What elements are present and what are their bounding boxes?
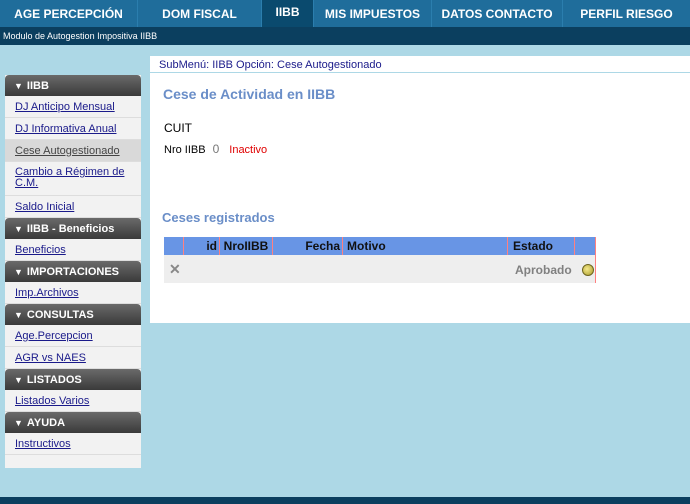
sidebar-section-consultas[interactable]: ▼ CONSULTAS [5, 304, 141, 325]
sidebar-item-beneficios[interactable]: Beneficios [5, 239, 141, 261]
sidebar: ▼ IIBB DJ Anticipo Mensual DJ Informativ… [5, 75, 141, 468]
section-title: CONSULTAS [26, 308, 94, 321]
triangle-down-icon: ▼ [14, 309, 23, 320]
main-panel: SubMenú: IIBB Opción: Cese Autogestionad… [150, 56, 690, 323]
sidebar-item-cambio-regimen-cm[interactable]: Cambio a Régimen de C.M. [5, 162, 141, 196]
sidebar-item-dj-informativa-anual[interactable]: DJ Informativa Anual [5, 118, 141, 140]
sidebar-section-iibb-beneficios[interactable]: ▼ IIBB - Beneficios [5, 218, 141, 239]
sidebar-section-iibb[interactable]: ▼ IIBB [5, 75, 141, 96]
table-row: ✕ Aprobado [164, 255, 596, 283]
sidebar-item-agr-vs-naes[interactable]: AGR vs NAES [5, 347, 141, 369]
tab-age-percepcion[interactable]: AGE PERCEPCIÓN [0, 0, 137, 27]
tab-perfil-riesgo[interactable]: PERFIL RIESGO [562, 0, 690, 27]
page-title: Cese de Actividad en IIBB [163, 86, 336, 102]
col-nroiibb[interactable]: NroIIBB [220, 237, 273, 255]
col-fecha[interactable]: Fecha [273, 237, 343, 255]
grid-header: id NroIIBB Fecha Motivo Estado [164, 237, 596, 255]
tab-datos-contacto[interactable]: DATOS CONTACTO [431, 0, 562, 27]
tab-dom-fiscal[interactable]: DOM FISCAL [137, 0, 261, 27]
sidebar-section-ayuda[interactable]: ▼ AYUDA [5, 412, 141, 433]
col-actions [164, 237, 184, 255]
nro-iibb-row: Nro IIBB 0 Inactivo [164, 142, 267, 156]
cese-estado: Aprobado [515, 263, 572, 277]
module-title: Modulo de Autogestion Impositiva IIBB [0, 27, 690, 45]
nro-iibb-label: Nro IIBB [164, 144, 206, 156]
tab-iibb[interactable]: IIBB [261, 0, 313, 27]
col-id[interactable]: id [184, 237, 220, 255]
tab-mis-impuestos[interactable]: MIS IMPUESTOS [313, 0, 431, 27]
close-icon[interactable]: ✕ [169, 262, 181, 276]
section-title: IMPORTACIONES [26, 265, 119, 278]
sidebar-item-instructivos[interactable]: Instructivos [5, 433, 141, 455]
triangle-down-icon: ▼ [14, 223, 23, 234]
submenu-breadcrumb: SubMenú: IIBB Opción: Cese Autogestionad… [150, 56, 690, 73]
sidebar-item-dj-anticipo-mensual[interactable]: DJ Anticipo Mensual [5, 96, 141, 118]
section-title: AYUDA [26, 416, 66, 429]
sidebar-item-saldo-inicial[interactable]: Saldo Inicial [5, 196, 141, 218]
top-nav: AGE PERCEPCIÓN DOM FISCAL IIBB MIS IMPUE… [0, 0, 690, 27]
cuit-label: CUIT [164, 121, 192, 135]
section-title: IIBB - Beneficios [26, 222, 115, 235]
triangle-down-icon: ▼ [14, 417, 23, 428]
sidebar-item-listados-varios[interactable]: Listados Varios [5, 390, 141, 412]
sidebar-section-listados[interactable]: ▼ LISTADOS [5, 369, 141, 390]
footer-bar [0, 497, 690, 504]
triangle-down-icon: ▼ [14, 80, 23, 91]
col-estado[interactable]: Estado [508, 237, 575, 255]
section-title: LISTADOS [26, 373, 82, 386]
col-status [575, 237, 596, 255]
status-badge: Inactivo [229, 144, 268, 156]
triangle-down-icon: ▼ [14, 374, 23, 385]
sidebar-item-imp-archivos[interactable]: Imp.Archivos [5, 282, 141, 304]
col-motivo[interactable]: Motivo [343, 237, 508, 255]
sidebar-section-importaciones[interactable]: ▼ IMPORTACIONES [5, 261, 141, 282]
section-title: IIBB [26, 79, 49, 92]
ceses-heading: Ceses registrados [162, 210, 275, 225]
sidebar-item-age-percepcion[interactable]: Age.Percepcion [5, 325, 141, 347]
ceses-grid: id NroIIBB Fecha Motivo Estado ✕ Aprobad… [164, 237, 596, 283]
nro-iibb-value: 0 [212, 142, 220, 156]
sidebar-item-cese-autogestionado[interactable]: Cese Autogestionado [5, 140, 141, 162]
triangle-down-icon: ▼ [14, 266, 23, 277]
status-dot-icon [582, 264, 594, 276]
